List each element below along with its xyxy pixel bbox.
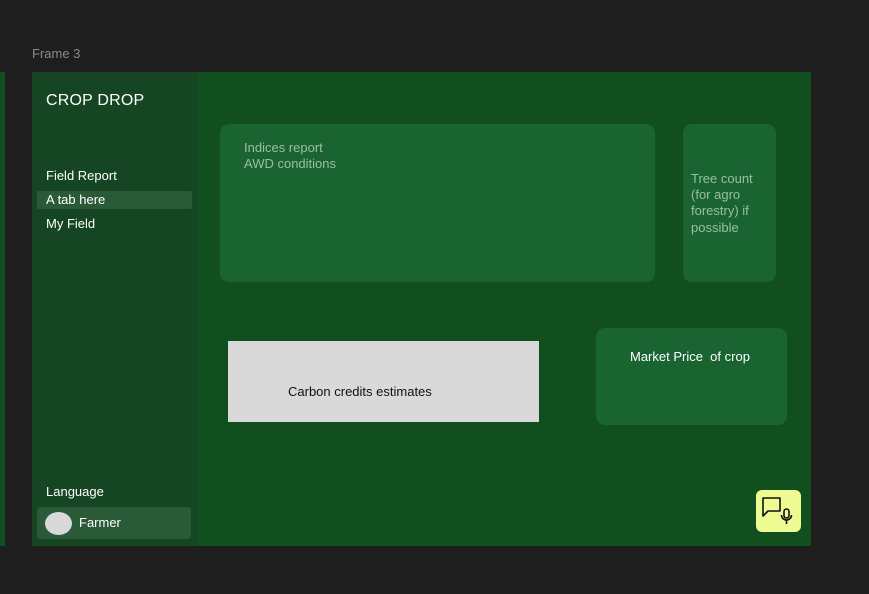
sidebar-item-field-report[interactable]: Field Report (37, 167, 192, 185)
brand-title: CROP DROP (46, 92, 145, 109)
sidebar-item-tab[interactable]: A tab here (37, 191, 192, 209)
tree-count-card[interactable]: Tree count (for agro forestry) if possib… (683, 124, 776, 282)
carbon-credits-label: Carbon credits estimates (288, 384, 432, 399)
voice-chat-button[interactable] (756, 490, 801, 532)
chat-mic-icon (762, 497, 793, 524)
indices-report-card[interactable]: Indices report AWD conditions (220, 124, 655, 282)
market-price-card[interactable]: Market Price of crop (596, 328, 787, 425)
carbon-credits-box[interactable]: Carbon credits estimates (228, 341, 539, 422)
indices-report-label: Indices report (244, 140, 323, 155)
sidebar: CROP DROP Field Report A tab here My Fie… (32, 72, 197, 546)
profile-button[interactable]: Farmer (37, 507, 191, 539)
avatar (45, 512, 72, 535)
tree-count-label: Tree count (for agro forestry) if possib… (691, 171, 753, 235)
sidebar-item-my-field[interactable]: My Field (37, 215, 192, 233)
frame-label[interactable]: Frame 3 (32, 46, 80, 61)
market-price-label: Market Price of crop (630, 349, 750, 364)
profile-name: Farmer (79, 515, 121, 530)
app-frame: CROP DROP Field Report A tab here My Fie… (32, 72, 811, 546)
awd-conditions-label: AWD conditions (244, 156, 336, 171)
adjacent-frame-edge (0, 72, 5, 546)
design-canvas: Frame 3 CROP DROP Field Report A tab her… (0, 0, 869, 594)
language-selector[interactable]: Language (46, 484, 104, 499)
